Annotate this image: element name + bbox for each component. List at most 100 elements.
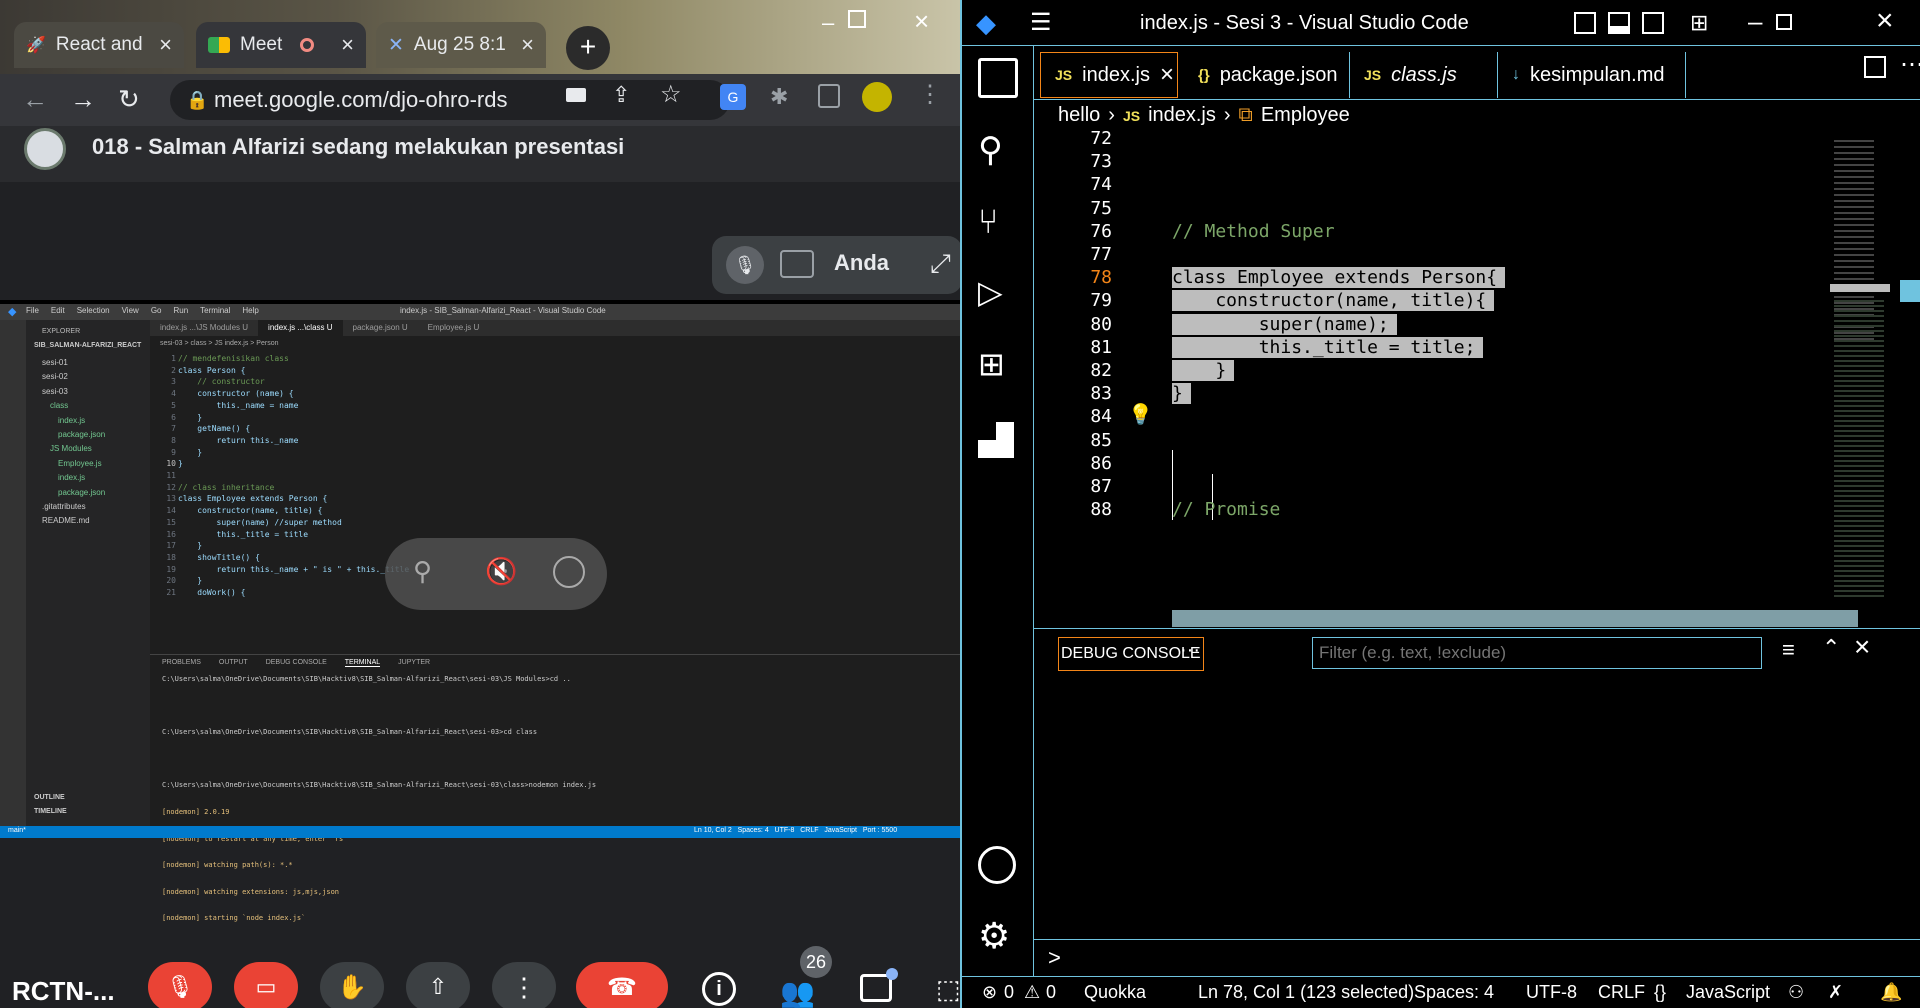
tab-kesimpulan-md[interactable]: ↓ kesimpulan.md xyxy=(1498,52,1686,98)
present-button[interactable]: ⇧ xyxy=(406,962,470,1008)
toggle-secondary-sidebar-icon[interactable] xyxy=(1642,12,1664,34)
warning-icon[interactable]: ⚠ xyxy=(1024,982,1040,1003)
shared-tab[interactable]: package.json U xyxy=(343,320,418,336)
shared-tab[interactable]: Employee.js U xyxy=(418,320,490,336)
close-icon[interactable]: × xyxy=(159,32,172,58)
code-editor[interactable]: 72 73 74 75 76 // Method Super 77 78 class Emplo… xyxy=(1034,128,1920,627)
close-icon[interactable]: × xyxy=(1160,61,1174,89)
settings-gear-icon[interactable]: ⚙ xyxy=(978,916,1018,956)
share-icon[interactable]: ⇪ xyxy=(612,82,630,108)
tree-item[interactable]: class xyxy=(42,399,105,413)
outline-header[interactable]: OUTLINE xyxy=(34,794,65,801)
tree-item[interactable]: sesi-01 xyxy=(42,356,105,370)
minimize-icon[interactable]: – xyxy=(822,10,834,36)
close-panel-icon[interactable]: × xyxy=(1854,631,1870,663)
shared-panel-tab[interactable]: OUTPUT xyxy=(219,659,248,667)
tree-item[interactable]: sesi-02 xyxy=(42,370,105,384)
quokka-status[interactable]: Quokka xyxy=(1084,982,1146,1003)
browser-tab[interactable]: ✕ Aug 25 8:1 × xyxy=(376,22,546,68)
tree-item[interactable]: README.md xyxy=(42,514,105,528)
minimize-icon[interactable]: – xyxy=(1748,6,1762,37)
live-share-icon[interactable]: ⚇ xyxy=(1788,982,1804,1003)
address-bar[interactable]: 🔒 meet.google.com/djo-ohro-rds xyxy=(170,80,730,120)
shared-panel-tab[interactable]: DEBUG CONSOLE xyxy=(266,659,327,667)
clear-console-icon[interactable]: ≡ xyxy=(1782,637,1795,663)
maximize-icon[interactable] xyxy=(848,10,866,28)
close-icon[interactable]: × xyxy=(521,32,534,58)
breadcrumb-file[interactable]: index.js xyxy=(1148,104,1216,127)
notifications-bell-icon[interactable]: 🔔 xyxy=(1880,982,1902,1003)
mute-icon[interactable]: 🔇 xyxy=(485,556,517,587)
tree-item[interactable]: index.js xyxy=(42,471,105,485)
menu-icon[interactable]: ☰ xyxy=(1030,8,1052,37)
browser-tab-active[interactable]: Meet × xyxy=(196,22,366,68)
profile-avatar[interactable] xyxy=(862,82,892,112)
tree-item[interactable]: JS Modules xyxy=(42,442,105,456)
close-window-icon[interactable]: × xyxy=(914,6,929,37)
run-debug-icon[interactable]: ▷ xyxy=(978,272,1018,312)
remote-explorer-icon[interactable] xyxy=(978,422,1014,458)
menu-item[interactable]: Help xyxy=(242,306,258,315)
breadcrumb-symbol[interactable]: Employee xyxy=(1261,104,1350,127)
menu-item[interactable]: Terminal xyxy=(200,306,230,315)
customize-layout-icon[interactable]: ⊞ xyxy=(1690,10,1708,36)
menu-item[interactable]: Run xyxy=(173,306,188,315)
accounts-icon[interactable] xyxy=(978,846,1016,884)
tree-item[interactable]: .gitattributes xyxy=(42,500,105,514)
toggle-panel-icon[interactable] xyxy=(1608,12,1630,34)
more-actions-icon[interactable]: ⋯ xyxy=(1900,50,1920,79)
camera-toggle-button[interactable]: ▭ xyxy=(234,962,298,1008)
shared-panel-tab[interactable]: JUPYTER xyxy=(398,659,430,667)
close-window-icon[interactable]: × xyxy=(1876,4,1894,38)
leave-call-button[interactable]: ☎ xyxy=(576,962,668,1008)
mic-toggle-button[interactable]: 🎙 xyxy=(148,962,212,1008)
sidepanel-icon[interactable] xyxy=(818,84,840,108)
expand-icon[interactable]: ⤢ xyxy=(930,248,951,280)
tree-item[interactable]: Employee.js xyxy=(42,457,105,471)
warning-count[interactable]: 0 xyxy=(1046,982,1056,1003)
errors-icon[interactable]: ⊗ xyxy=(982,982,997,1003)
horizontal-scrollbar[interactable] xyxy=(1172,610,1858,627)
browser-tab[interactable]: 🚀 React and × xyxy=(14,22,184,68)
more-actions-icon[interactable]: ··· xyxy=(1180,639,1200,662)
error-count[interactable]: 0 xyxy=(1004,982,1014,1003)
extensions-icon[interactable]: ⊞ xyxy=(978,344,1018,384)
minimap[interactable] xyxy=(1830,130,1900,627)
search-icon[interactable]: ⚲ xyxy=(978,130,1018,170)
back-icon[interactable]: ← xyxy=(22,84,48,115)
breadcrumb-folder[interactable]: hello xyxy=(1058,104,1100,127)
translate-icon[interactable]: G xyxy=(720,84,746,110)
star-icon[interactable]: ☆ xyxy=(660,80,682,109)
tree-item[interactable]: package.json xyxy=(42,428,105,442)
tree-item[interactable]: package.json xyxy=(42,486,105,500)
self-view-tile[interactable]: 🎙 Anda ⤢ xyxy=(712,236,960,294)
pin-off-icon[interactable]: ⚲ xyxy=(413,556,432,587)
maximize-icon[interactable] xyxy=(1776,14,1792,30)
vertical-scrollbar-thumb[interactable] xyxy=(1900,280,1920,302)
forward-icon[interactable]: → xyxy=(70,84,96,115)
explorer-icon[interactable] xyxy=(978,58,1018,98)
reload-icon[interactable]: ↻ xyxy=(118,84,140,115)
toggle-sidebar-icon[interactable] xyxy=(1574,12,1596,34)
camera-off-icon[interactable] xyxy=(780,250,814,278)
shared-tab[interactable]: index.js ...\JS Modules U xyxy=(150,320,258,336)
cursor-position[interactable]: Ln 78, Col 1 (123 selected) xyxy=(1198,982,1414,1003)
shared-tab[interactable]: index.js ...\class U xyxy=(258,320,343,336)
tab-package-json[interactable]: {} package.json xyxy=(1184,52,1350,98)
new-tab-button[interactable]: + xyxy=(566,26,610,70)
split-editor-icon[interactable] xyxy=(1864,56,1886,78)
language-mode[interactable]: JavaScript xyxy=(1686,982,1770,1003)
close-icon[interactable]: × xyxy=(341,32,354,58)
source-control-icon[interactable]: ⑂ xyxy=(978,202,1018,242)
shared-panel-tab[interactable]: TERMINAL xyxy=(344,659,381,667)
lightbulb-icon[interactable]: 💡 xyxy=(1128,402,1153,427)
shared-panel-tab[interactable]: PROBLEMS xyxy=(162,659,201,667)
maximize-panel-icon[interactable]: ⌃ xyxy=(1822,635,1840,661)
menu-item[interactable]: Go xyxy=(151,306,162,315)
menu-item[interactable]: Selection xyxy=(77,306,110,315)
repl-prompt[interactable]: > xyxy=(1048,945,1061,971)
indentation[interactable]: Spaces: 4 xyxy=(1414,982,1494,1003)
activities-icon[interactable]: ⬚ xyxy=(936,974,960,1005)
raise-hand-button[interactable]: ✋ xyxy=(320,962,384,1008)
line-ending[interactable]: CRLF xyxy=(1598,982,1645,1003)
